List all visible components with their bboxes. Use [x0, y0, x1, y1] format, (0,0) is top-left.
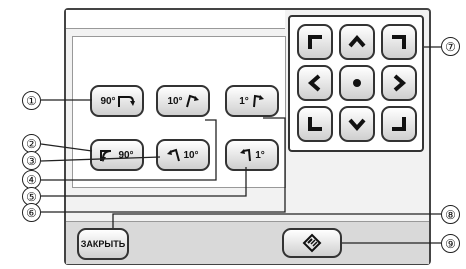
callout-7: ⑦: [441, 37, 460, 56]
callout-1: ①: [22, 91, 41, 110]
callout-3: ③: [22, 151, 41, 170]
callout-9: ⑨: [441, 234, 460, 253]
callout-8: ⑧: [441, 205, 460, 224]
callout-6: ⑥: [22, 203, 41, 222]
callout-lines: [40, 46, 441, 244]
